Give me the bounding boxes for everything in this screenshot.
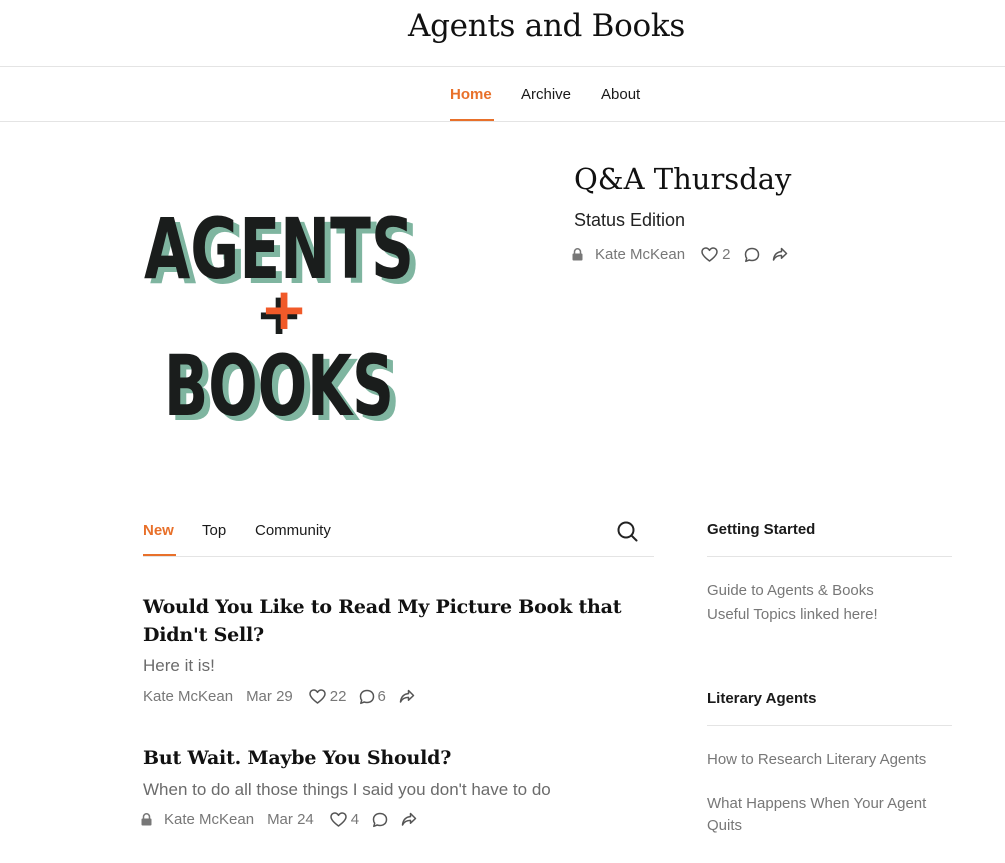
nav-home[interactable]: Home [450,86,492,103]
featured-post-title[interactable]: Q&A Thursday [574,162,791,196]
post-author[interactable]: Kate McKean [164,811,254,828]
featured-post-subtitle[interactable]: Status Edition [574,210,685,231]
heart-icon[interactable] [309,689,326,704]
nav-archive[interactable]: Archive [521,86,571,103]
comment-icon[interactable] [359,689,375,705]
post-date: Mar 24 [267,811,314,828]
sidebar-link[interactable]: How to Research Literary Agents [707,749,957,771]
post-date: Mar 29 [246,688,293,705]
featured-like-count: 2 [722,246,731,263]
logo-plus: + [260,275,309,343]
share-icon[interactable] [772,247,788,262]
post-title[interactable]: Would You Like to Read My Picture Book t… [143,593,643,649]
comment-icon[interactable] [744,247,760,263]
logo-line2: BOOKS [164,337,394,435]
featured-post-author[interactable]: Kate McKean [595,246,685,263]
post-author[interactable]: Kate McKean [143,688,233,705]
lock-icon [572,248,583,261]
site-nav: Home Archive About [0,67,1005,122]
post-meta: Kate McKean Mar 29 22 6 [143,688,415,705]
feed-tab-active-indicator [143,554,176,556]
sidebar-heading: Literary Agents [707,690,817,707]
heart-icon[interactable] [330,812,347,827]
post-subtitle[interactable]: When to do all those things I said you d… [143,780,551,800]
sidebar-link[interactable]: Guide to Agents & Books [707,580,957,602]
post-subtitle[interactable]: Here it is! [143,656,215,676]
post-like-count: 22 [329,688,347,705]
post-comment-count: 6 [377,688,386,705]
sidebar-link[interactable]: Useful Topics linked here! [707,604,957,626]
tab-top[interactable]: Top [202,522,226,539]
post-like-count: 4 [350,811,360,828]
featured-post-meta: Kate McKean 2 [572,246,788,263]
sidebar-divider [707,725,952,726]
nav-about[interactable]: About [601,86,640,103]
sidebar-divider [707,556,952,557]
search-button[interactable] [615,519,639,543]
tab-new[interactable]: New [143,522,174,539]
feed-tabs-divider [143,556,654,557]
publication-logo[interactable]: AGENTS AGENTS + + BOOKS BOOKS [136,196,426,436]
tab-community[interactable]: Community [255,522,331,539]
post-meta: Kate McKean Mar 24 4 [141,811,417,828]
site-header: Agents and Books [0,0,1005,67]
comment-icon[interactable] [372,812,388,828]
post-title[interactable]: But Wait. Maybe You Should? [143,744,643,772]
sidebar-link[interactable]: What Happens When Your Agent Quits [707,793,952,837]
share-icon[interactable] [399,689,415,704]
site-title[interactable]: Agents and Books [0,8,1005,44]
share-icon[interactable] [401,812,417,827]
lock-icon [141,813,152,826]
nav-active-indicator [450,119,494,121]
heart-icon[interactable] [701,247,718,262]
search-icon [617,521,638,542]
sidebar-heading: Getting Started [707,521,816,538]
